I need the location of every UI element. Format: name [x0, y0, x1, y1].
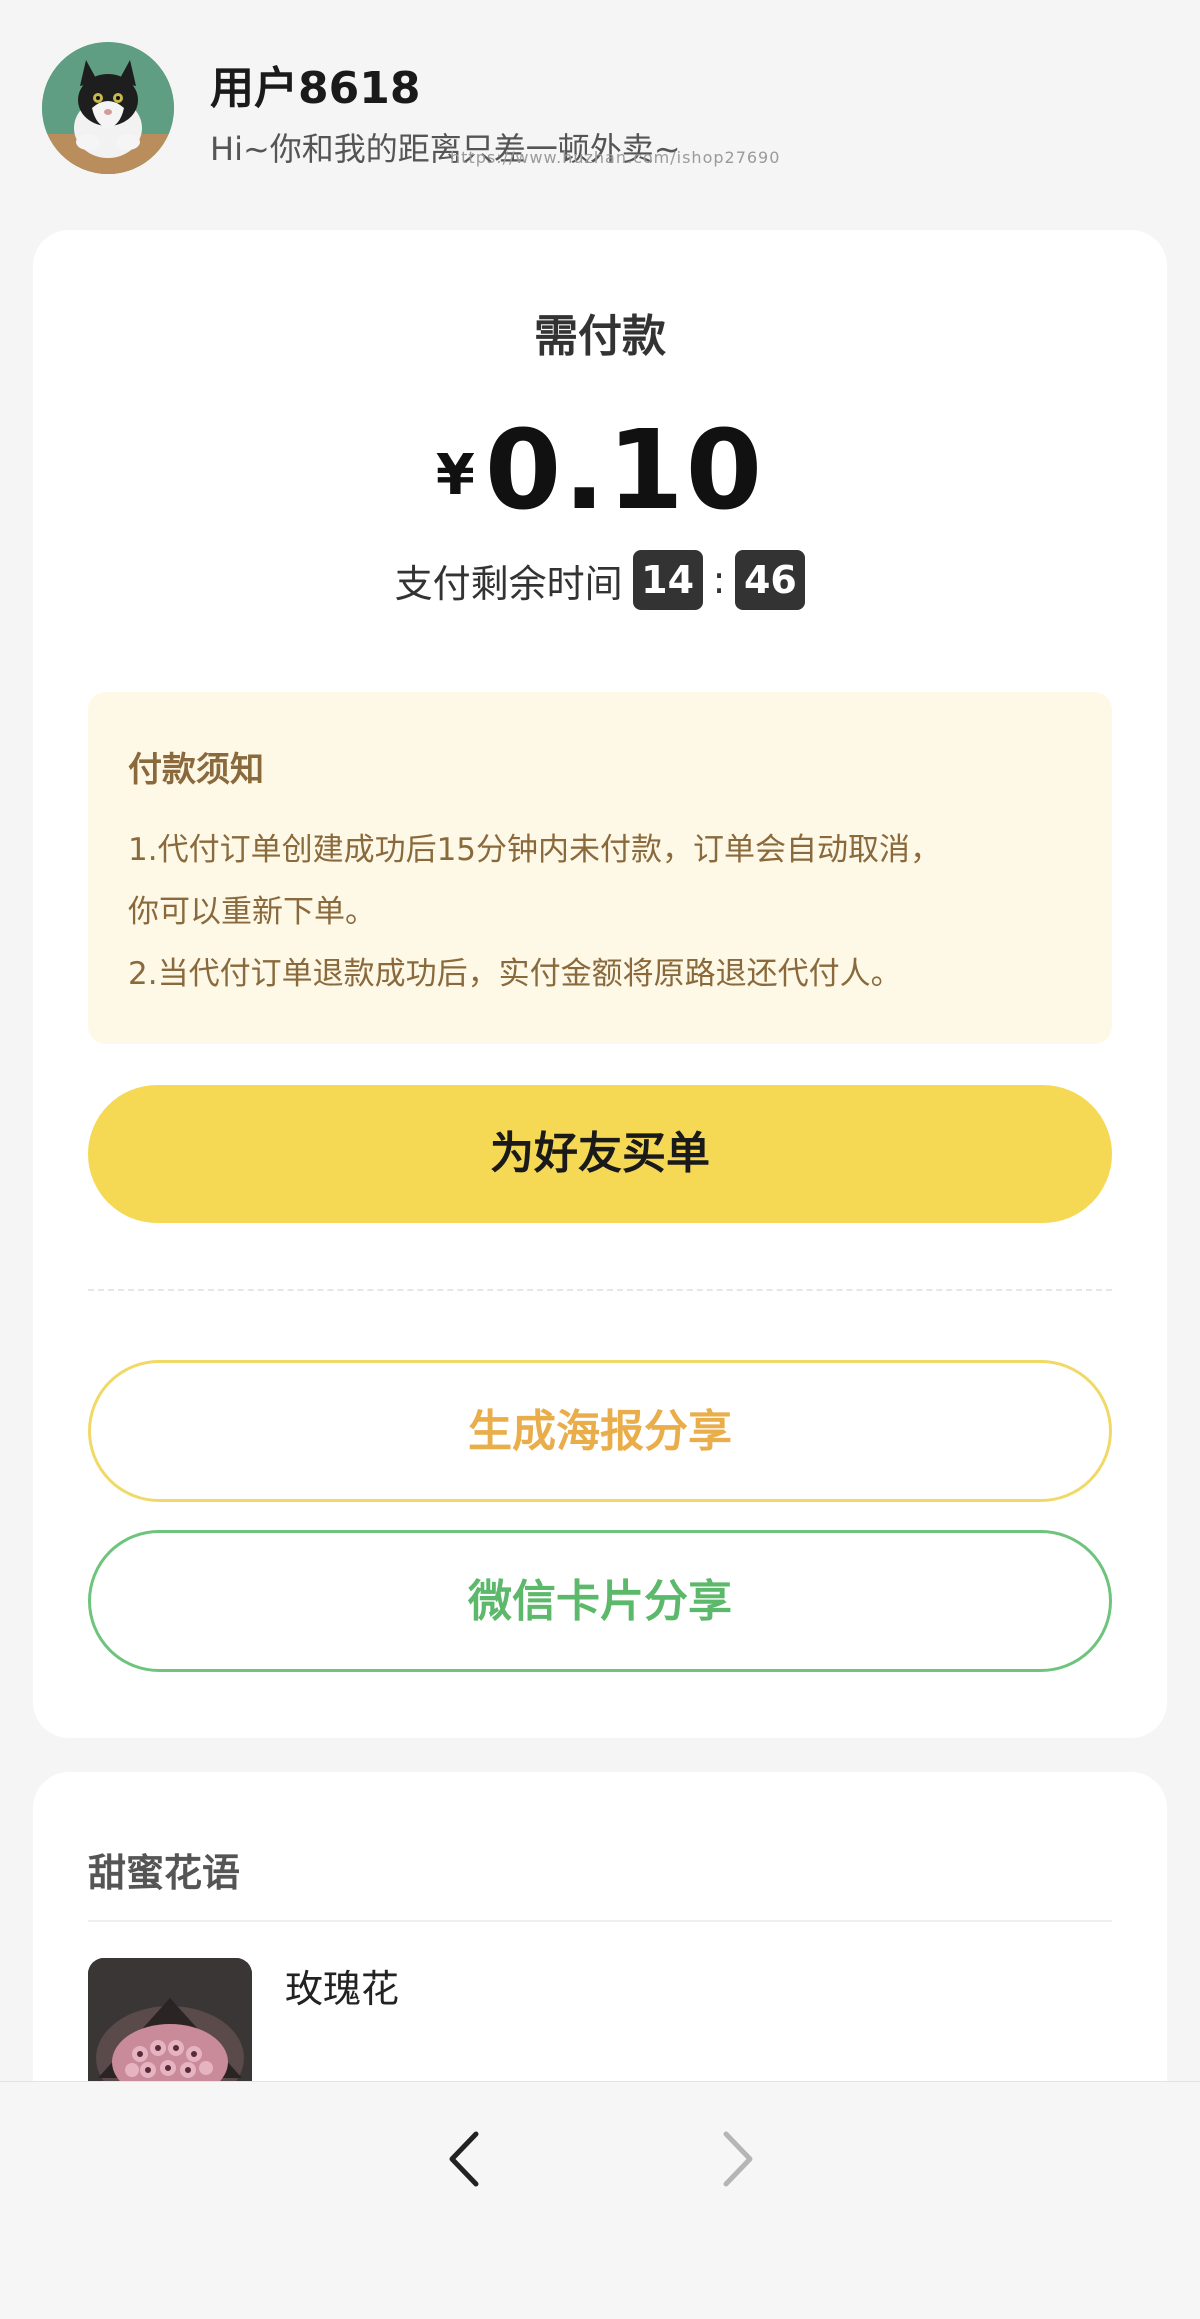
section-divider: [88, 1920, 1112, 1922]
countdown-timer: 支付剩余时间 14 : 46: [33, 550, 1167, 610]
notice-line: 1.代付订单创建成功后15分钟内未付款，订单会自动取消，: [128, 832, 942, 868]
timer-seconds: 46: [735, 550, 806, 610]
amount-display: ¥0.10: [33, 406, 1167, 534]
section-title: 甜蜜花语: [88, 1851, 241, 1895]
generate-poster-button[interactable]: 生成海报分享: [88, 1360, 1112, 1502]
product-name[interactable]: 玫瑰花: [285, 1958, 399, 2013]
forward-button[interactable]: [712, 2124, 762, 2194]
cat-avatar-image: [42, 42, 174, 174]
payment-amount: 0.10: [484, 406, 765, 534]
wechat-card-share-button[interactable]: 微信卡片分享: [88, 1530, 1112, 1672]
watermark: https://www.huzhan.com/ishop27690: [450, 148, 781, 167]
back-button[interactable]: [440, 2124, 490, 2194]
avatar[interactable]: [42, 42, 174, 174]
pay-for-friend-button[interactable]: 为好友买单: [88, 1085, 1112, 1223]
rose-bouquet-image: [88, 1958, 252, 2092]
user-name: 用户8618: [210, 63, 421, 114]
payment-notice: 付款须知 1.代付订单创建成功后15分钟内未付款，订单会自动取消， 你可以重新下…: [88, 692, 1112, 1044]
timer-minutes: 14: [632, 550, 703, 610]
product-thumbnail[interactable]: [88, 1958, 252, 2092]
timer-label: 支付剩余时间: [394, 561, 623, 606]
timer-separator: :: [712, 558, 726, 602]
browser-bottom-bar: [0, 2081, 1200, 2319]
chevron-left-icon: [449, 2131, 479, 2187]
payment-title: 需付款: [534, 311, 666, 362]
dashed-divider: [88, 1289, 1112, 1291]
gift-section-card: 甜蜜花语 玫瑰花: [33, 1772, 1167, 2092]
currency-symbol: ¥: [435, 443, 475, 508]
notice-line: 你可以重新下单。: [128, 894, 376, 930]
chevron-right-icon: [723, 2131, 753, 2187]
notice-title: 付款须知: [128, 750, 264, 790]
payment-card: 需付款 ¥0.10 支付剩余时间 14 : 46 付款须知 1.代付订单创建成功…: [33, 230, 1167, 1738]
notice-line: 2.当代付订单退款成功后，实付金额将原路退还代付人。: [128, 956, 902, 992]
user-header: 用户8618 Hi~你和我的距离只差一顿外卖~ https://www.huzh…: [0, 0, 1200, 220]
